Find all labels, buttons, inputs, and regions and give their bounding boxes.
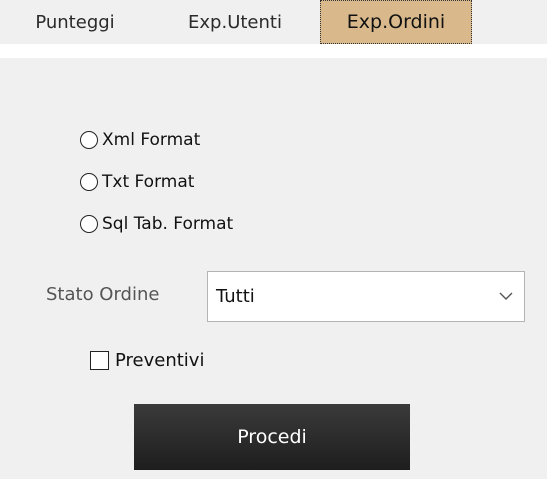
radio-label: Xml Format — [102, 130, 201, 150]
export-orders-panel: Xml Format Txt Format Sql Tab. Format St… — [0, 58, 547, 479]
procedi-button[interactable]: Procedi — [134, 404, 410, 470]
radio-button[interactable] — [80, 131, 98, 149]
radio-button[interactable] — [80, 173, 98, 191]
preventivi-label: Preventivi — [115, 350, 205, 371]
preventivi-checkbox-row[interactable]: Preventivi — [90, 350, 204, 371]
preventivi-checkbox[interactable] — [90, 351, 109, 370]
radio-label: Sql Tab. Format — [102, 214, 234, 234]
tab-bar: Punteggi Exp.Utenti Exp.Ordini — [0, 0, 547, 58]
radio-xml-format[interactable]: Xml Format — [80, 130, 200, 150]
radio-button[interactable] — [80, 215, 98, 233]
radio-sql-tab-format[interactable]: Sql Tab. Format — [80, 214, 233, 234]
tab-bar-filler — [472, 0, 547, 44]
radio-txt-format[interactable]: Txt Format — [80, 172, 194, 192]
stato-ordine-label: Stato Ordine — [46, 284, 160, 305]
radio-label: Txt Format — [102, 172, 195, 192]
tab-exp-utenti[interactable]: Exp.Utenti — [150, 0, 320, 44]
stato-ordine-select[interactable]: Tutti — [207, 271, 525, 322]
tab-punteggi[interactable]: Punteggi — [0, 0, 150, 44]
chevron-down-icon — [499, 292, 513, 300]
tab-exp-ordini[interactable]: Exp.Ordini — [320, 0, 472, 44]
stato-ordine-value: Tutti — [216, 286, 255, 307]
